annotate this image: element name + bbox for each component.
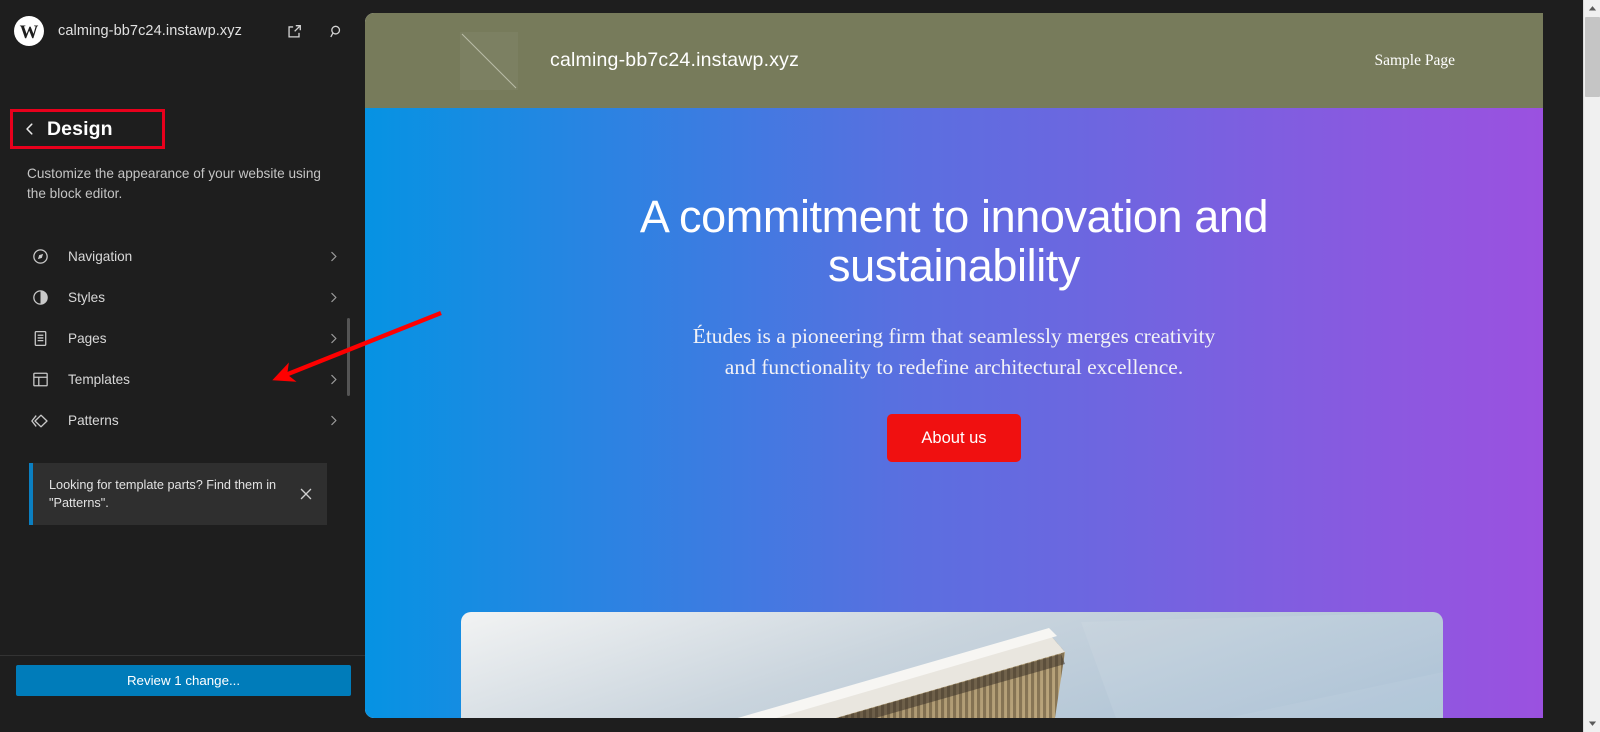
sidebar-scrollbar[interactable]: [347, 318, 350, 396]
editor-sidebar: W calming-bb7c24.instawp.xyz Design Cust…: [0, 0, 365, 732]
templates-icon: [30, 370, 50, 390]
notice-text: Looking for template parts? Find them in…: [49, 477, 277, 511]
chevron-right-icon: [327, 373, 340, 386]
hero-heading[interactable]: A commitment to innovation and sustainab…: [634, 192, 1274, 290]
sidebar-menu: Navigation Styles Pages Templates Patter…: [0, 236, 365, 441]
sidebar-item-patterns[interactable]: Patterns: [0, 400, 365, 441]
site-preview-canvas[interactable]: calming-bb7c24.instawp.xyz Sample Page A…: [365, 13, 1543, 718]
hero-image[interactable]: [461, 612, 1443, 718]
sidebar-item-navigation[interactable]: Navigation: [0, 236, 365, 277]
sidebar-item-styles[interactable]: Styles: [0, 277, 365, 318]
chevron-right-icon: [327, 250, 340, 263]
external-link-icon[interactable]: [281, 18, 307, 44]
hero-subheading[interactable]: Études is a pioneering firm that seamles…: [676, 321, 1232, 382]
nav-item-sample-page[interactable]: Sample Page: [1375, 52, 1456, 70]
sidebar-item-label: Patterns: [68, 413, 119, 428]
template-parts-notice: Looking for template parts? Find them in…: [29, 463, 327, 525]
hero-cta-wrapper: About us: [365, 413, 1543, 463]
about-us-button[interactable]: About us: [887, 413, 1021, 463]
patterns-icon: [30, 411, 50, 431]
sidebar-item-label: Pages: [68, 331, 107, 346]
sidebar-item-templates[interactable]: Templates: [0, 359, 365, 400]
scroll-down-arrow-icon[interactable]: [1584, 715, 1600, 732]
design-panel-header[interactable]: Design: [10, 109, 165, 149]
app-root: W calming-bb7c24.instawp.xyz Design Cust…: [0, 0, 1600, 732]
canvas-right-gutter: [1543, 0, 1583, 732]
close-icon[interactable]: [291, 479, 321, 509]
hero-section: A commitment to innovation and sustainab…: [365, 108, 1543, 718]
search-icon[interactable]: [323, 18, 349, 44]
sidebar-topbar-actions: [281, 18, 349, 44]
pages-icon: [30, 329, 50, 349]
navigation-icon: [30, 247, 50, 267]
sidebar-item-pages[interactable]: Pages: [0, 318, 365, 359]
svg-text:W: W: [20, 22, 39, 43]
scrollbar-thumb[interactable]: [1585, 17, 1600, 97]
chevron-right-icon: [327, 291, 340, 304]
chevron-left-icon[interactable]: [23, 122, 37, 136]
wordpress-logo-icon[interactable]: W: [14, 16, 44, 46]
sidebar-topbar: W calming-bb7c24.instawp.xyz: [0, 0, 365, 62]
sidebar-item-label: Navigation: [68, 249, 133, 264]
site-title[interactable]: calming-bb7c24.instawp.xyz: [550, 49, 799, 72]
image-placeholder-icon[interactable]: [460, 31, 518, 90]
site-navigation: Sample Page: [1375, 52, 1456, 70]
design-panel-description: Customize the appearance of your website…: [27, 166, 321, 201]
chevron-right-icon: [327, 414, 340, 427]
page-vertical-scrollbar[interactable]: [1583, 0, 1600, 732]
page-title: Design: [47, 117, 113, 140]
chevron-right-icon: [327, 332, 340, 345]
sidebar-site-url: calming-bb7c24.instawp.xyz: [58, 23, 242, 39]
sidebar-item-label: Styles: [68, 290, 106, 305]
sidebar-item-label: Templates: [68, 372, 130, 387]
sidebar-footer-divider: [0, 655, 365, 656]
site-header: calming-bb7c24.instawp.xyz Sample Page: [365, 13, 1543, 108]
review-changes-button[interactable]: Review 1 change...: [16, 665, 351, 696]
scroll-up-arrow-icon[interactable]: [1584, 0, 1600, 17]
styles-icon: [30, 288, 50, 308]
